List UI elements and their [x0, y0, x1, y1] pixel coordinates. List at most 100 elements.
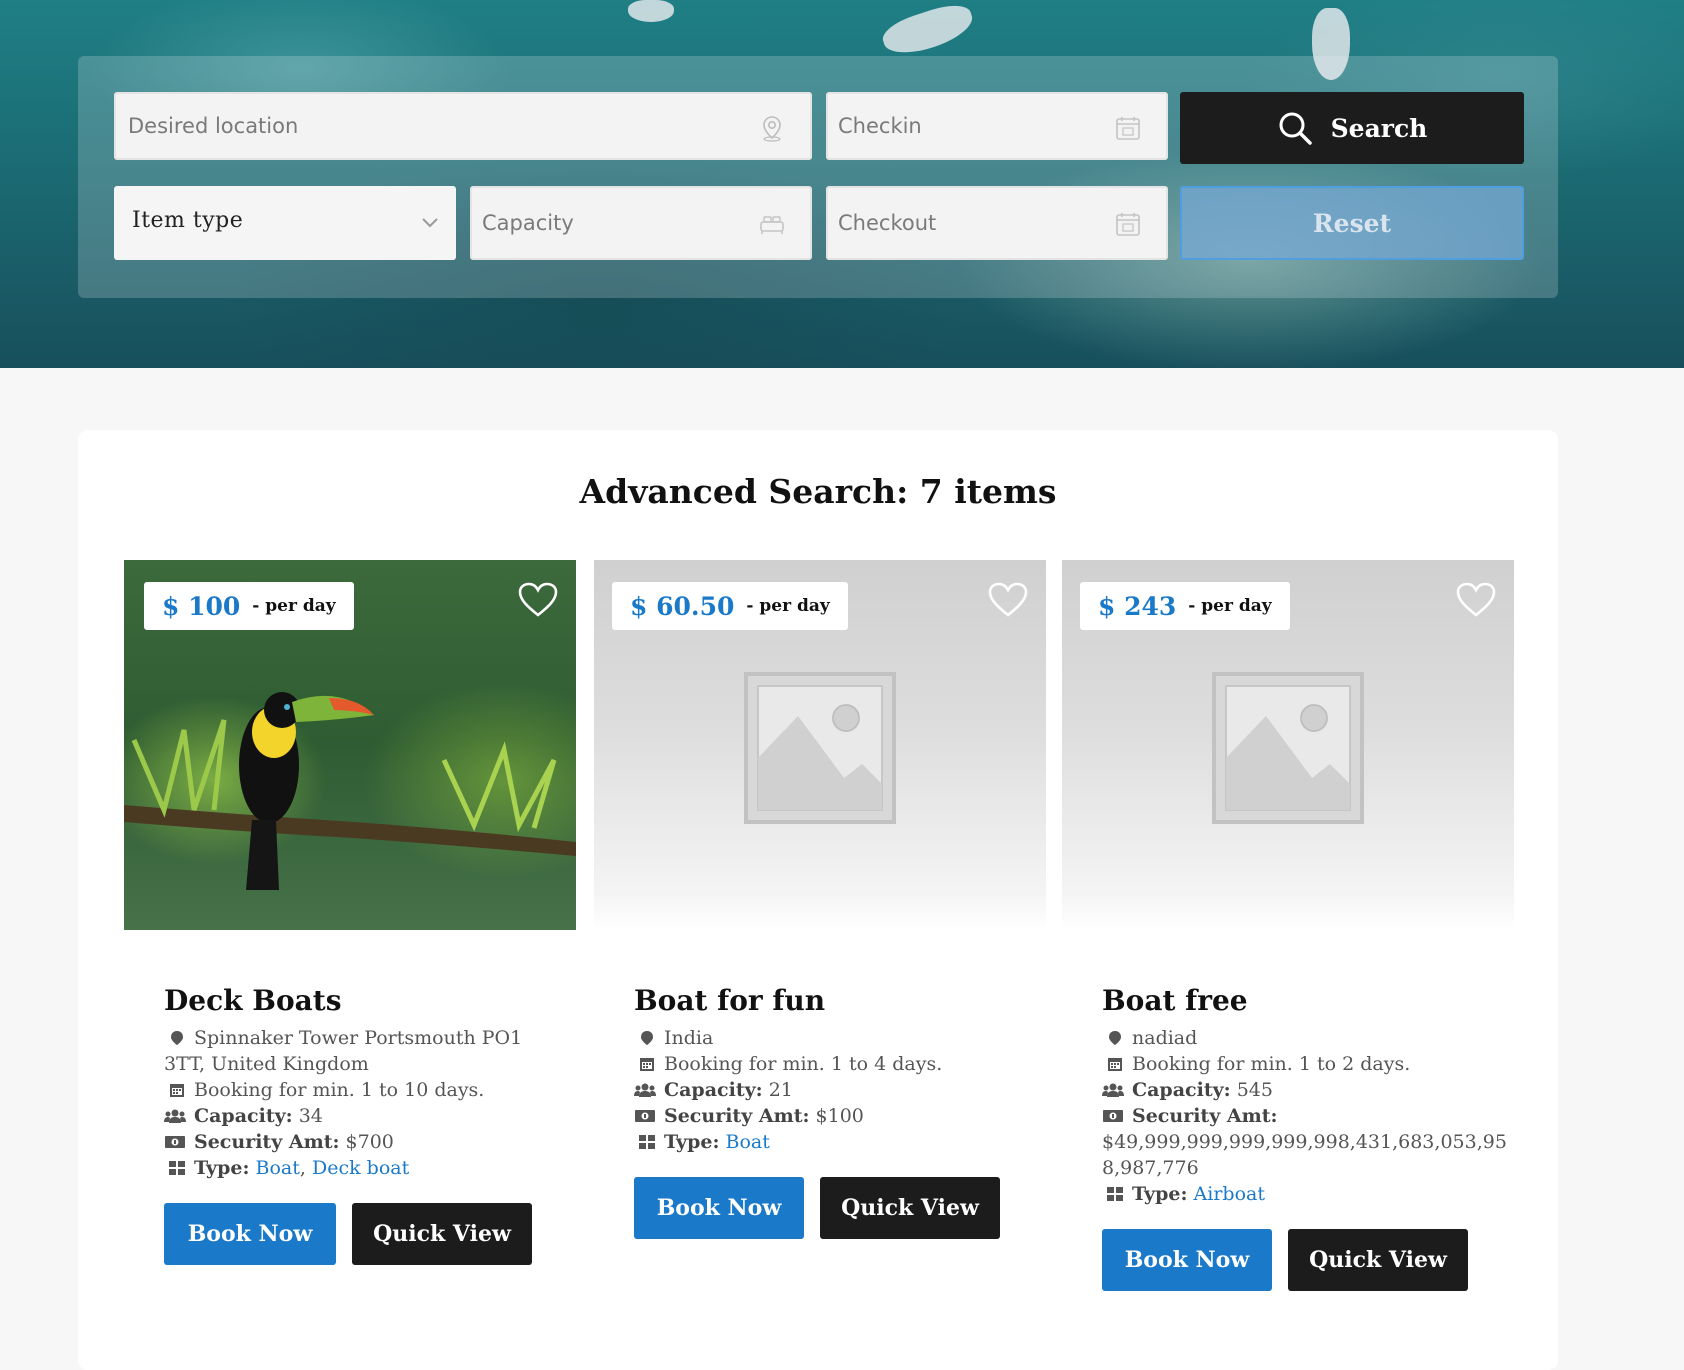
money-icon — [165, 1136, 185, 1148]
calendar-icon — [170, 1084, 184, 1097]
book-now-button[interactable]: Book Now — [634, 1177, 804, 1239]
calendar-icon — [1116, 213, 1140, 236]
search-button-label: Search — [1330, 113, 1428, 143]
type-link[interactable]: Deck boat — [312, 1157, 409, 1179]
hero-banner: Item type — [0, 0, 1684, 368]
book-now-button[interactable]: Book Now — [164, 1203, 336, 1265]
location-field[interactable] — [114, 92, 812, 160]
listing-security: Security Amt: — [1102, 1103, 1512, 1129]
price-amount: $ 60.50 — [630, 591, 735, 621]
listing-title[interactable]: Deck Boats — [164, 984, 564, 1017]
location-text: Spinnaker Tower Portsmouth PO1 3TT, Unit… — [164, 1027, 523, 1075]
boat-image — [878, 0, 978, 62]
grid-icon — [639, 1135, 655, 1149]
listing-booking: Booking for min. 1 to 10 days. — [164, 1077, 564, 1103]
type-link[interactable]: Boat — [256, 1157, 300, 1179]
reset-button-label: Reset — [1312, 208, 1392, 238]
capacity-field[interactable] — [470, 186, 812, 260]
image-placeholder-icon — [744, 672, 896, 824]
security-value: $700 — [345, 1131, 394, 1153]
listing-type: Type: Boat — [634, 1129, 1034, 1155]
price-amount: $ 243 — [1098, 591, 1177, 621]
grid-icon — [1107, 1187, 1123, 1201]
bed-icon — [760, 216, 784, 234]
listing-capacity: Capacity: 545 — [1102, 1077, 1512, 1103]
price-badge: $ 243 - per day — [1080, 582, 1290, 630]
calendar-icon — [1116, 117, 1140, 140]
location-text: nadiad — [1132, 1027, 1198, 1049]
location-text: India — [664, 1027, 714, 1049]
price-amount: $ 100 — [162, 591, 241, 621]
item-type-select[interactable]: Item type — [114, 186, 456, 260]
price-badge: $ 60.50 - per day — [612, 582, 848, 630]
item-type-value: Item type — [132, 208, 244, 233]
security-value: $100 — [815, 1105, 864, 1127]
quick-view-button[interactable]: Quick View — [820, 1177, 1000, 1239]
type-label: Type: — [1132, 1183, 1188, 1205]
listing-type: Type: Airboat — [1102, 1181, 1512, 1207]
listing-booking: Booking for min. 1 to 4 days. — [634, 1051, 1034, 1077]
listing-security-value: $49,999,999,999,999,998,431,683,053,958,… — [1102, 1129, 1512, 1181]
image-placeholder-icon — [1212, 672, 1364, 824]
type-label: Type: — [664, 1131, 720, 1153]
map-marker-icon — [1109, 1031, 1121, 1045]
heart-icon[interactable] — [1456, 582, 1496, 618]
booking-text: Booking for min. 1 to 10 days. — [194, 1079, 485, 1101]
quick-view-button[interactable]: Quick View — [352, 1203, 532, 1265]
price-badge: $ 100 - per day — [144, 582, 354, 630]
quick-view-button[interactable]: Quick View — [1288, 1229, 1468, 1291]
booking-text: Booking for min. 1 to 4 days. — [664, 1053, 943, 1075]
users-icon — [164, 1109, 186, 1123]
listing-type: Type: Boat, Deck boat — [164, 1155, 564, 1181]
reset-button[interactable]: Reset — [1180, 186, 1524, 260]
security-label: Security Amt: — [194, 1131, 340, 1153]
security-label: Security Amt: — [664, 1105, 810, 1127]
listing-info: Deck Boats Spinnaker Tower Portsmouth PO… — [164, 984, 564, 1265]
heart-icon[interactable] — [988, 582, 1028, 618]
listing-location: Spinnaker Tower Portsmouth PO1 3TT, Unit… — [164, 1025, 564, 1077]
type-link[interactable]: Boat — [726, 1131, 770, 1153]
grid-icon — [169, 1161, 185, 1175]
card-actions: Book Now Quick View — [1102, 1229, 1512, 1291]
checkout-field[interactable] — [826, 186, 1168, 260]
capacity-label: Capacity: — [664, 1079, 763, 1101]
search-icon — [1279, 112, 1312, 145]
location-pin-icon — [763, 116, 781, 142]
listing-location: India — [634, 1025, 1034, 1051]
listing-security: Security Amt: $700 — [164, 1129, 564, 1155]
card-actions: Book Now Quick View — [164, 1203, 564, 1265]
listing-capacity: Capacity: 34 — [164, 1103, 564, 1129]
money-icon — [1103, 1110, 1123, 1122]
price-period: - per day — [1188, 596, 1272, 616]
boat-image — [628, 0, 674, 22]
users-icon — [1102, 1083, 1124, 1097]
listing-title[interactable]: Boat free — [1102, 984, 1512, 1017]
listing-info: Boat free nadiad Booking for min. 1 to 2… — [1102, 984, 1512, 1291]
listing-location: nadiad — [1102, 1025, 1512, 1051]
listing-security: Security Amt: $100 — [634, 1103, 1034, 1129]
type-link[interactable]: Airboat — [1194, 1183, 1265, 1205]
capacity-value: 34 — [298, 1105, 323, 1127]
security-value: $49,999,999,999,999,998,431,683,053,958,… — [1102, 1131, 1507, 1179]
capacity-label: Capacity: — [194, 1105, 293, 1127]
money-icon — [635, 1110, 655, 1122]
book-now-button[interactable]: Book Now — [1102, 1229, 1272, 1291]
capacity-label: Capacity: — [1132, 1079, 1231, 1101]
heart-icon[interactable] — [518, 582, 558, 618]
map-marker-icon — [171, 1031, 183, 1045]
search-button[interactable]: Search — [1180, 92, 1524, 164]
calendar-icon — [1108, 1058, 1122, 1071]
listing-booking: Booking for min. 1 to 2 days. — [1102, 1051, 1512, 1077]
location-input[interactable] — [116, 94, 810, 158]
card-actions: Book Now Quick View — [634, 1177, 1034, 1239]
checkin-field[interactable] — [826, 92, 1168, 160]
calendar-icon — [640, 1058, 654, 1071]
results-panel: Advanced Search: 7 items $ 100 - per day — [78, 430, 1558, 1370]
users-icon — [634, 1083, 656, 1097]
map-marker-icon — [641, 1031, 653, 1045]
listing-title[interactable]: Boat for fun — [634, 984, 1034, 1017]
type-label: Type: — [194, 1157, 250, 1179]
security-label: Security Amt: — [1132, 1105, 1278, 1127]
results-heading: Advanced Search: 7 items — [579, 472, 1057, 511]
booking-text: Booking for min. 1 to 2 days. — [1132, 1053, 1411, 1075]
